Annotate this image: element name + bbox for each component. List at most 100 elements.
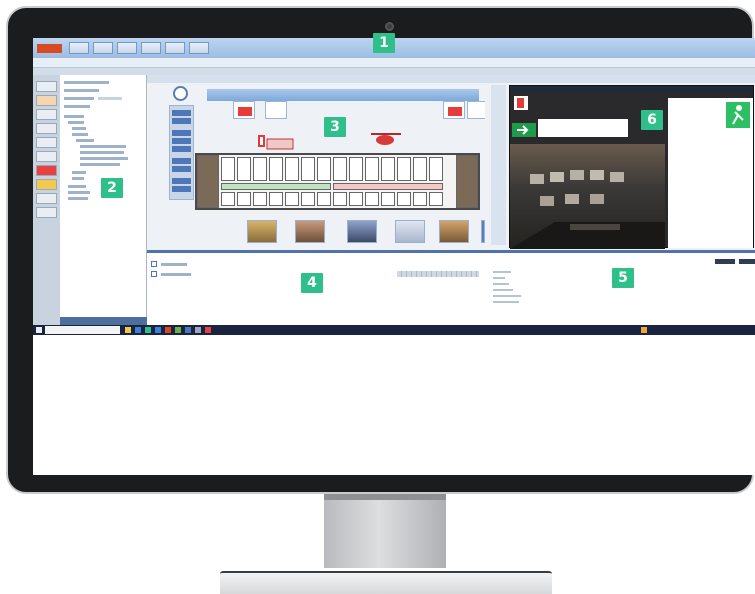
cctv-view[interactable] xyxy=(510,144,665,249)
action-item[interactable] xyxy=(493,271,511,273)
nav-button[interactable] xyxy=(36,109,57,120)
action-item[interactable] xyxy=(493,295,521,297)
tree-item[interactable] xyxy=(72,133,88,136)
app-icon[interactable] xyxy=(155,327,161,333)
helicopter-icon xyxy=(371,133,401,145)
screen xyxy=(33,38,755,475)
marker-1: 1 xyxy=(373,33,395,53)
notification-icon[interactable] xyxy=(641,327,647,333)
camera-icon[interactable] xyxy=(172,130,191,136)
site-tree xyxy=(60,75,147,325)
event-row[interactable] xyxy=(161,263,187,266)
alarm-message xyxy=(538,119,628,137)
toolbar-button-2[interactable] xyxy=(93,42,113,54)
action-button[interactable] xyxy=(715,259,735,264)
app-icon[interactable] xyxy=(175,327,181,333)
app-icon[interactable] xyxy=(145,327,151,333)
action-item[interactable] xyxy=(493,301,519,303)
alarm-indicator[interactable] xyxy=(233,101,255,119)
nav-button[interactable] xyxy=(36,207,57,218)
nav-button[interactable] xyxy=(36,137,57,148)
camera-icon[interactable] xyxy=(172,146,191,152)
zone-alarm[interactable] xyxy=(333,183,443,190)
tree-item[interactable] xyxy=(72,177,84,180)
hospital-icon xyxy=(258,135,294,150)
camera-icon[interactable] xyxy=(172,118,191,124)
floor-plan[interactable] xyxy=(195,153,480,210)
cctv-image xyxy=(510,170,665,249)
taskbar xyxy=(33,325,755,335)
alarm-indicator[interactable] xyxy=(443,101,465,119)
security-app xyxy=(33,38,755,335)
app-icon[interactable] xyxy=(135,327,141,333)
marker-3: 3 xyxy=(324,117,346,137)
camera-dock xyxy=(491,85,506,245)
camera-icon[interactable] xyxy=(172,178,191,184)
app-icon[interactable] xyxy=(205,327,211,333)
tree-item[interactable] xyxy=(72,127,86,130)
webcam-icon xyxy=(385,22,394,31)
tree-item[interactable] xyxy=(68,191,90,194)
action-item[interactable] xyxy=(493,283,509,285)
action-item[interactable] xyxy=(493,289,513,291)
floor-panel-header xyxy=(147,75,485,83)
action-item[interactable] xyxy=(493,277,505,279)
marker-5: 5 xyxy=(612,268,634,288)
folder-icon[interactable] xyxy=(125,327,131,333)
camera-icon[interactable] xyxy=(172,186,191,192)
toolbar-button-3[interactable] xyxy=(117,42,137,54)
toolbar-button-1[interactable] xyxy=(69,42,89,54)
tree-item[interactable] xyxy=(68,121,84,124)
camera-panel-header xyxy=(485,75,755,83)
camera-thumbnail[interactable] xyxy=(295,220,325,243)
event-icon xyxy=(151,261,157,267)
nav-button[interactable] xyxy=(36,123,57,134)
nav-button[interactable] xyxy=(36,81,57,92)
secondary-toolbar xyxy=(33,68,755,75)
toolbar-button-4[interactable] xyxy=(141,42,161,54)
camera-thumbnail[interactable] xyxy=(247,220,277,243)
nav-button-alarm[interactable] xyxy=(36,165,57,176)
camera-thumbnail[interactable] xyxy=(439,220,469,243)
app-icon[interactable] xyxy=(185,327,191,333)
camera-icon[interactable] xyxy=(172,138,191,144)
tree-footer xyxy=(60,317,147,325)
tree-item[interactable] xyxy=(80,163,120,166)
nav-button[interactable] xyxy=(36,193,57,204)
tree-item[interactable] xyxy=(64,115,84,118)
camera-icon[interactable] xyxy=(172,110,191,116)
app-icon[interactable] xyxy=(195,327,201,333)
monitor xyxy=(6,6,755,494)
nav-button-warning[interactable] xyxy=(36,179,57,190)
nav-button[interactable] xyxy=(36,95,57,106)
status-indicator[interactable] xyxy=(265,101,287,119)
zone-normal[interactable] xyxy=(221,183,331,190)
camera-icon[interactable] xyxy=(172,166,191,172)
camera-thumbnail[interactable] xyxy=(395,220,425,243)
event-row[interactable] xyxy=(161,273,191,276)
tree-item[interactable] xyxy=(80,145,126,148)
tree-item[interactable] xyxy=(80,151,124,154)
exit-arrow-icon xyxy=(512,123,536,137)
start-icon[interactable] xyxy=(36,327,42,333)
exit-sign-icon xyxy=(514,96,528,110)
search-input[interactable] xyxy=(45,326,120,334)
nav-button[interactable] xyxy=(36,151,57,162)
camera-icon[interactable] xyxy=(172,158,191,164)
timeline-bar[interactable] xyxy=(397,271,479,277)
tree-item[interactable] xyxy=(68,185,86,188)
camera-list xyxy=(169,105,194,200)
camera-thumbnail[interactable] xyxy=(347,220,377,243)
tree-item[interactable] xyxy=(72,171,86,174)
app-logo xyxy=(37,44,62,53)
camera-window[interactable] xyxy=(509,85,754,249)
marker-6: 6 xyxy=(641,110,663,130)
tree-item[interactable] xyxy=(76,139,94,142)
app-icon[interactable] xyxy=(165,327,171,333)
toolbar-button-6[interactable] xyxy=(189,42,209,54)
action-button[interactable] xyxy=(739,259,755,264)
toolbar-button-5[interactable] xyxy=(165,42,185,54)
floor-title-bar xyxy=(207,89,479,101)
tree-item[interactable] xyxy=(80,157,128,160)
tree-item[interactable] xyxy=(68,197,88,200)
